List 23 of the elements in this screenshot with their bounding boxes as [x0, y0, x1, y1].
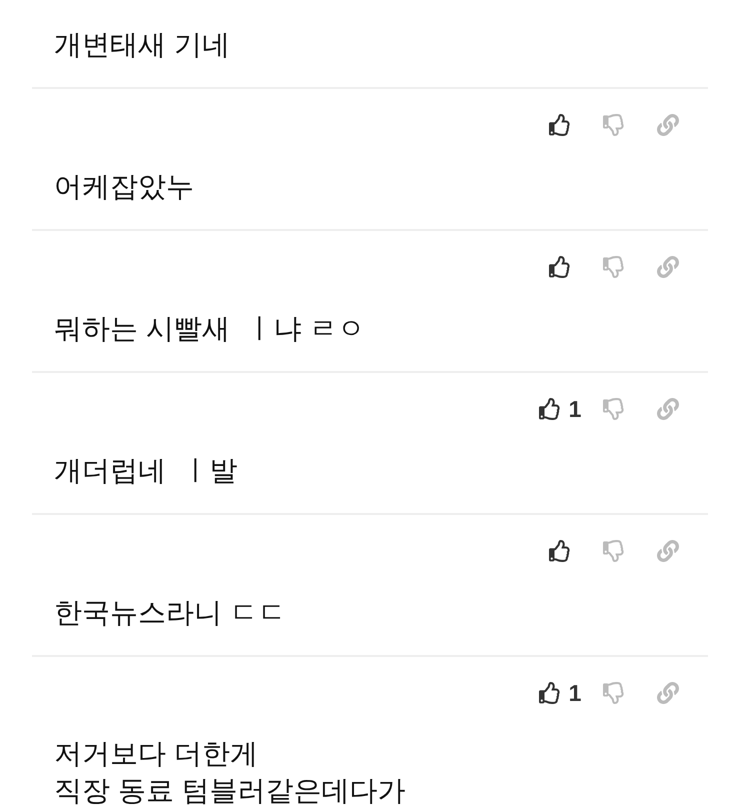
link-icon	[657, 256, 679, 278]
thumbs-down-icon	[603, 398, 625, 420]
comment-text: 개변태새 기네	[54, 28, 230, 62]
thumbs-up-icon	[549, 114, 571, 136]
link-icon	[657, 682, 679, 704]
comment-text: 뭐하는 시빨새 ㅣ냐 ㄹㅇ	[54, 312, 366, 346]
thumbs-down-icon	[603, 256, 625, 278]
thumbs-down-icon	[603, 540, 625, 562]
thumbs-up-icon	[538, 682, 561, 704]
like-button[interactable]: 1	[533, 680, 587, 706]
thumbs-up-icon	[538, 398, 561, 420]
comment-text: 어케잡았누	[54, 170, 194, 204]
thumbs-down-icon	[603, 682, 625, 704]
thumbs-up-icon	[549, 540, 571, 562]
comment-text: 한국뉴스라니 ㄷㄷ	[54, 596, 286, 630]
thumbs-down-icon	[603, 114, 625, 136]
thumbs-up-icon	[549, 256, 571, 278]
link-icon	[657, 540, 679, 562]
comment-text: 저거보다 더한게 직장 동료 텀블러같은데다가	[54, 737, 406, 808]
link-icon	[657, 114, 679, 136]
comment-text: 개더럽네 ㅣ발	[54, 454, 238, 488]
like-button[interactable]: 1	[533, 396, 587, 422]
link-icon	[657, 398, 679, 420]
